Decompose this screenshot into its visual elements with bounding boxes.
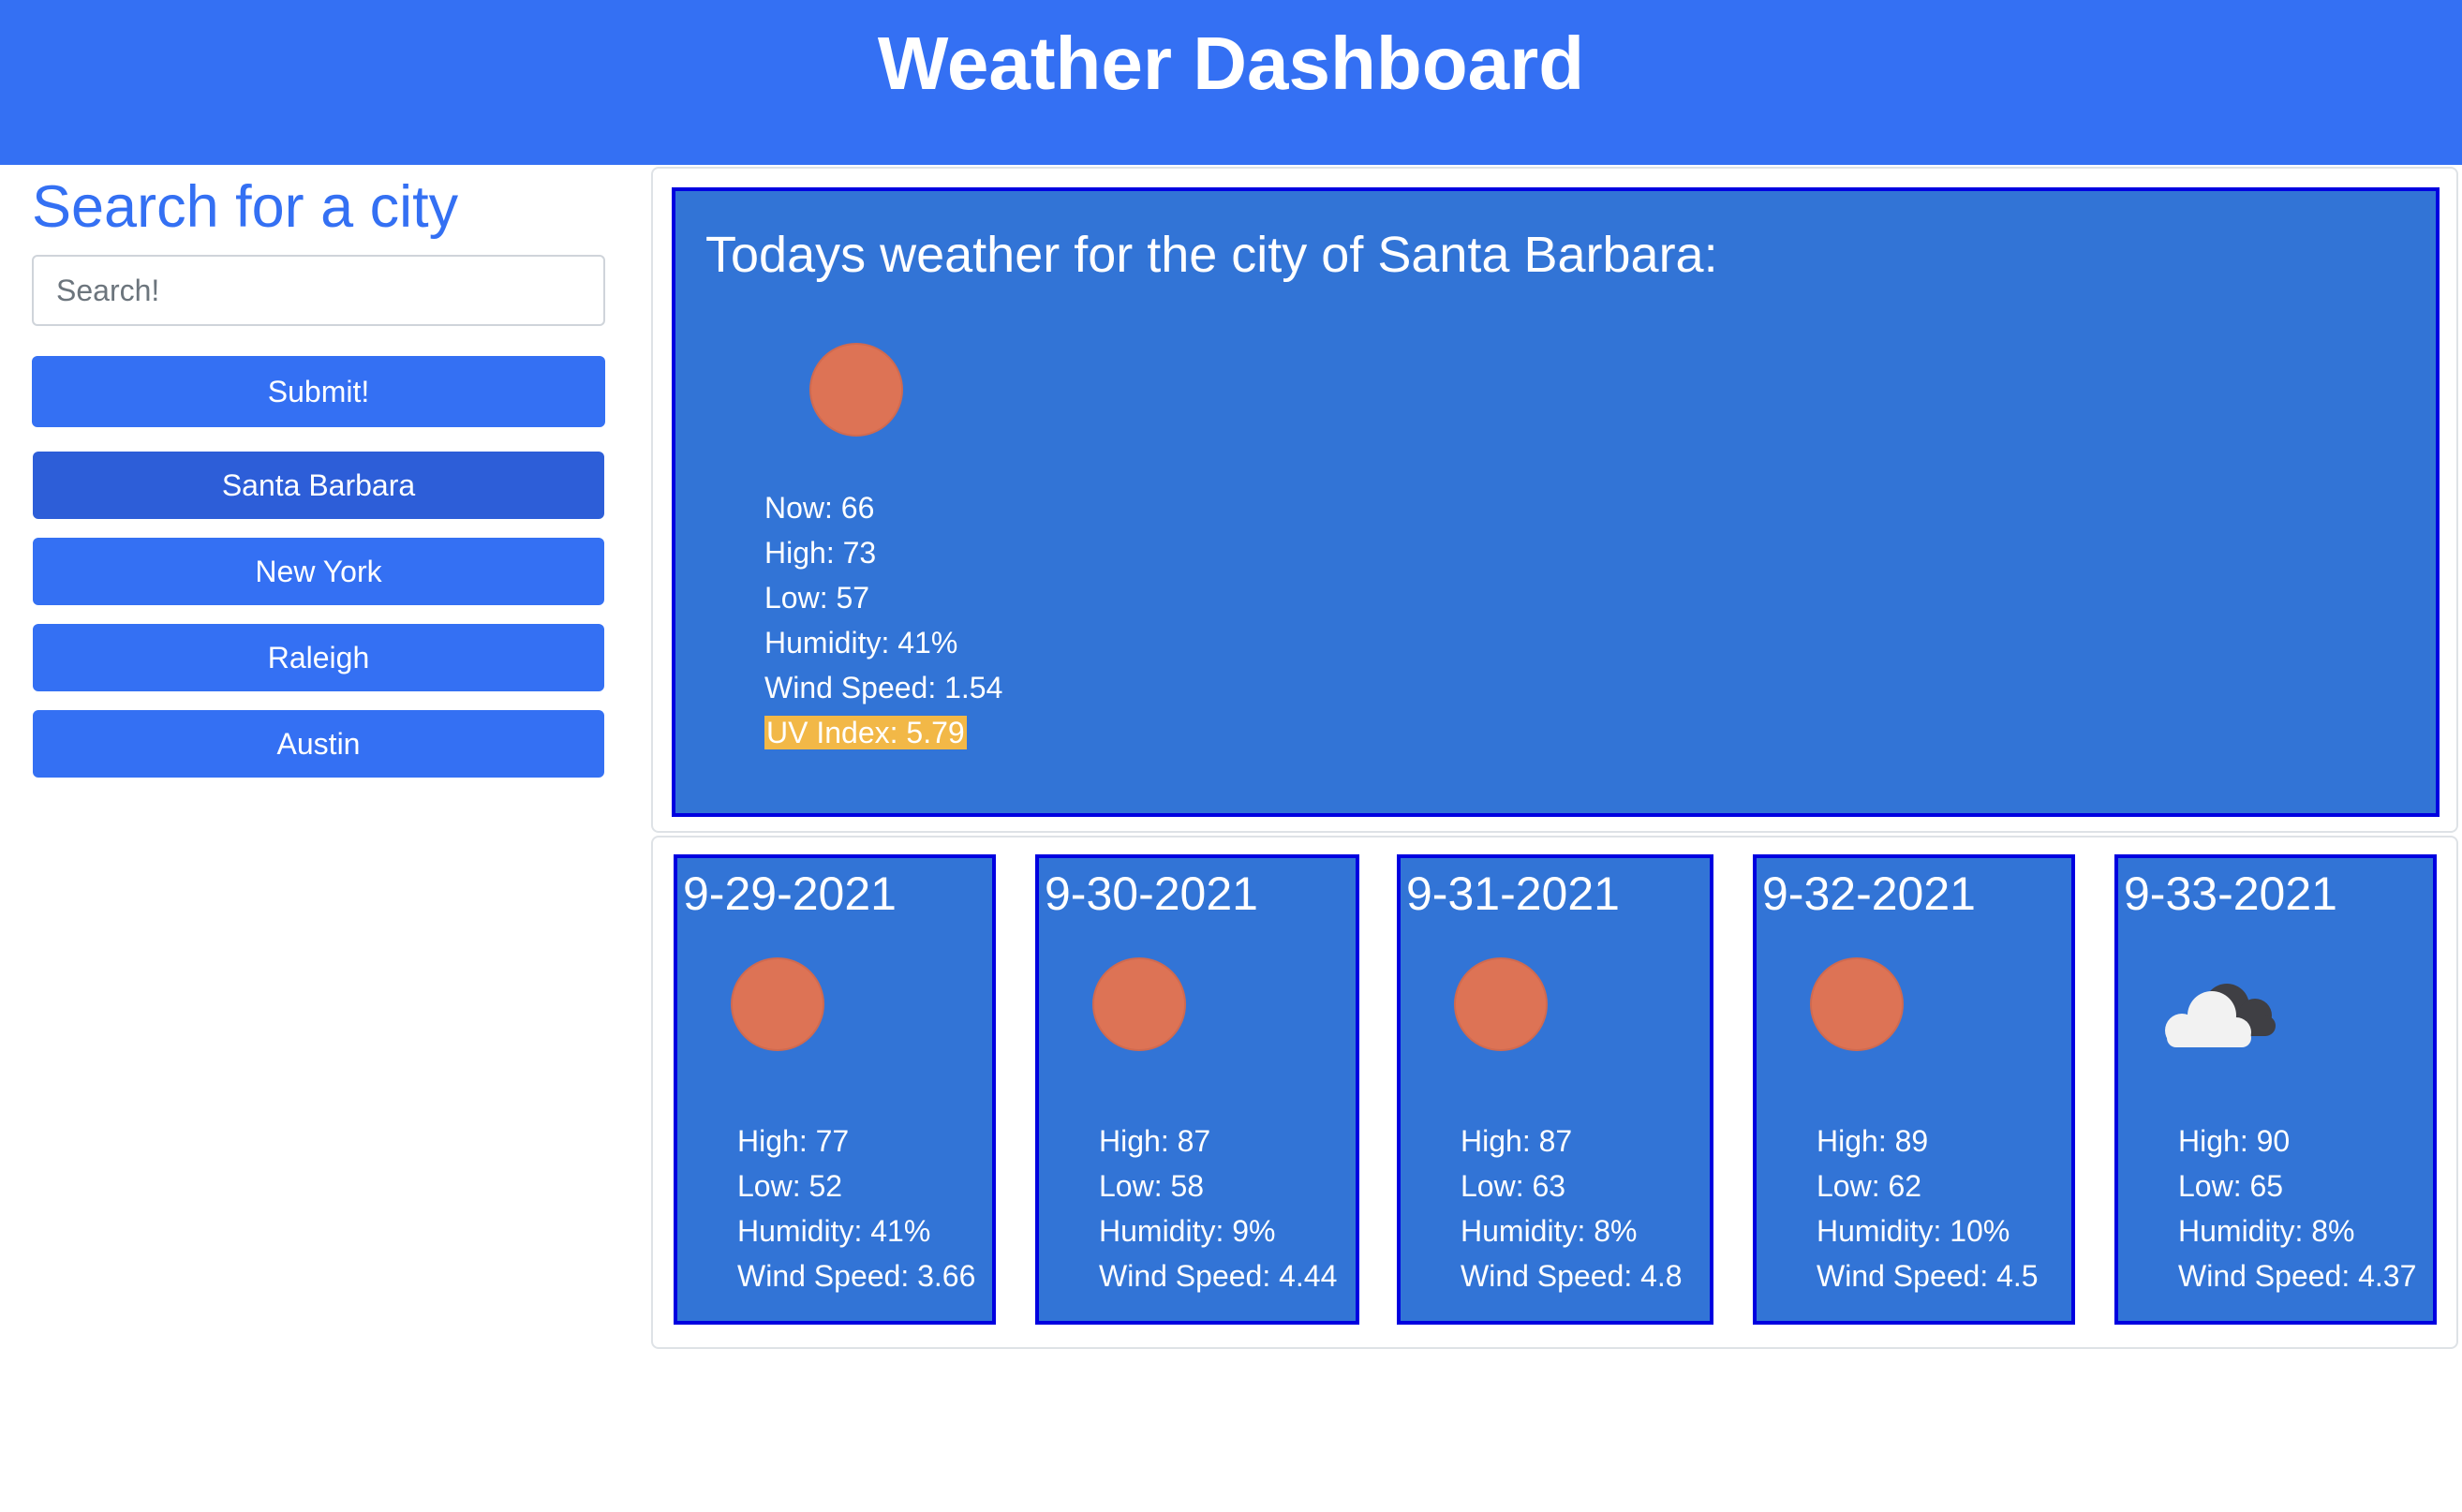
history-button-raleigh[interactable]: Raleigh xyxy=(33,624,604,691)
sun-icon xyxy=(809,343,903,437)
today-now: Now: 66 xyxy=(764,491,875,525)
forecast-low: Low: 58 xyxy=(1099,1169,1205,1203)
forecast-high: High: 77 xyxy=(737,1124,850,1158)
forecast-date: 9-32-2021 xyxy=(1762,867,1976,920)
forecast-wind-speed: Wind Speed: 3.66 xyxy=(737,1259,976,1293)
today-panel: Todays weather for the city of Santa Bar… xyxy=(651,167,2458,833)
forecast-date: 9-29-2021 xyxy=(683,867,897,920)
today-humidity: Humidity: 41% xyxy=(764,626,958,660)
forecast-stats: High: 90 Low: 65 Humidity: 8% Wind Speed… xyxy=(2178,1119,2416,1298)
forecast-low: Low: 52 xyxy=(737,1169,843,1203)
forecast-stats: High: 77 Low: 52 Humidity: 41% Wind Spee… xyxy=(737,1119,975,1298)
forecast-date: 9-33-2021 xyxy=(2124,867,2337,920)
search-input[interactable] xyxy=(32,255,605,326)
forecast-humidity: Humidity: 8% xyxy=(2178,1214,2355,1248)
uv-index-badge: UV Index: 5.79 xyxy=(764,716,967,749)
sun-icon xyxy=(1092,957,1186,1051)
forecast-stats: High: 87 Low: 58 Humidity: 9% Wind Speed… xyxy=(1099,1119,1337,1298)
forecast-wind-speed: Wind Speed: 4.44 xyxy=(1099,1259,1338,1293)
page-title: Weather Dashboard xyxy=(877,22,1585,105)
forecast-humidity: Humidity: 41% xyxy=(737,1214,931,1248)
submit-button[interactable]: Submit! xyxy=(32,356,605,427)
today-title: Todays weather for the city of Santa Bar… xyxy=(705,227,1718,283)
forecast-wind-speed: Wind Speed: 4.37 xyxy=(2178,1259,2417,1293)
sun-icon xyxy=(1454,957,1548,1051)
forecast-card: 9-30-2021 High: 87 Low: 58 Humidity: 9% … xyxy=(1035,854,1359,1325)
today-uv-row: UV Index: 5.79 xyxy=(764,710,1002,755)
sun-icon xyxy=(1810,957,1904,1051)
forecast-low: Low: 65 xyxy=(2178,1169,2284,1203)
forecast-card: 9-29-2021 High: 77 Low: 52 Humidity: 41%… xyxy=(674,854,996,1325)
forecast-humidity: Humidity: 8% xyxy=(1461,1214,1638,1248)
today-wind-speed: Wind Speed: 1.54 xyxy=(764,671,1003,704)
search-heading: Search for a city xyxy=(32,174,459,240)
forecast-high: High: 89 xyxy=(1817,1124,1929,1158)
forecast-high: High: 87 xyxy=(1099,1124,1211,1158)
today-stats: Now: 66 High: 73 Low: 57 Humidity: 41% W… xyxy=(764,485,1002,755)
today-high: High: 73 xyxy=(764,536,877,570)
forecast-high: High: 87 xyxy=(1461,1124,1573,1158)
history-button-austin[interactable]: Austin xyxy=(33,710,604,778)
forecast-high: High: 90 xyxy=(2178,1124,2291,1158)
forecast-humidity: Humidity: 10% xyxy=(1817,1214,2010,1248)
history-button-new-york[interactable]: New York xyxy=(33,538,604,605)
today-low: Low: 57 xyxy=(764,581,870,615)
forecast-wind-speed: Wind Speed: 4.5 xyxy=(1817,1259,2039,1293)
forecast-stats: High: 89 Low: 62 Humidity: 10% Wind Spee… xyxy=(1817,1119,2039,1298)
forecast-card: 9-32-2021 High: 89 Low: 62 Humidity: 10%… xyxy=(1753,854,2075,1325)
forecast-date: 9-30-2021 xyxy=(1045,867,1258,920)
forecast-stats: High: 87 Low: 63 Humidity: 8% Wind Speed… xyxy=(1461,1119,1683,1298)
cloud-icon xyxy=(2165,984,2276,1047)
forecast-low: Low: 63 xyxy=(1461,1169,1566,1203)
forecast-low: Low: 62 xyxy=(1817,1169,1922,1203)
today-weather-card: Todays weather for the city of Santa Bar… xyxy=(672,187,2440,817)
forecast-panel: 9-29-2021 High: 77 Low: 52 Humidity: 41%… xyxy=(651,836,2458,1349)
forecast-humidity: Humidity: 9% xyxy=(1099,1214,1276,1248)
forecast-wind-speed: Wind Speed: 4.8 xyxy=(1461,1259,1683,1293)
forecast-card: 9-33-2021 High: 90 Low: 65 Humidity: 8% … xyxy=(2114,854,2437,1325)
forecast-card: 9-31-2021 High: 87 Low: 63 Humidity: 8% … xyxy=(1397,854,1713,1325)
search-sidebar: Search for a city Submit! Santa Barbara … xyxy=(32,165,607,796)
page-header: Weather Dashboard xyxy=(0,0,2462,165)
forecast-date: 9-31-2021 xyxy=(1406,867,1620,920)
history-button-santa-barbara[interactable]: Santa Barbara xyxy=(33,452,604,519)
search-history: Santa Barbara New York Raleigh Austin xyxy=(32,452,607,778)
sun-icon xyxy=(731,957,824,1051)
